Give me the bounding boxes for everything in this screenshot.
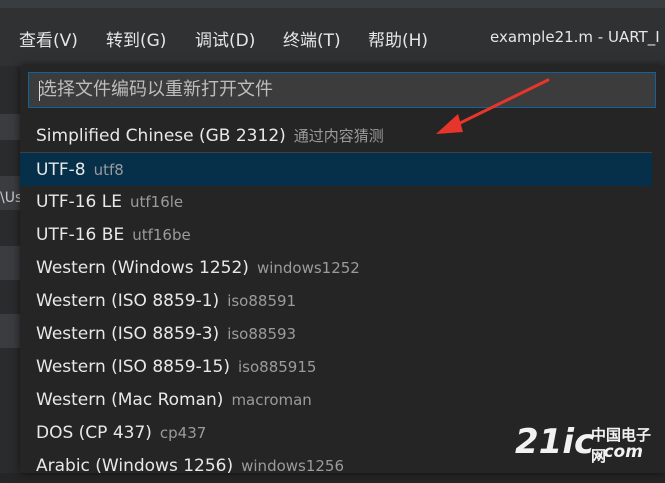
arrow-shaft [450,78,550,129]
annotation-arrow [436,78,550,134]
watermark-logo-text: 21ic [515,422,595,462]
watermark-domain-text: .com [597,442,643,462]
site-watermark: 21ic 中国电子网 .com [515,422,665,468]
arrow-head [436,114,463,134]
